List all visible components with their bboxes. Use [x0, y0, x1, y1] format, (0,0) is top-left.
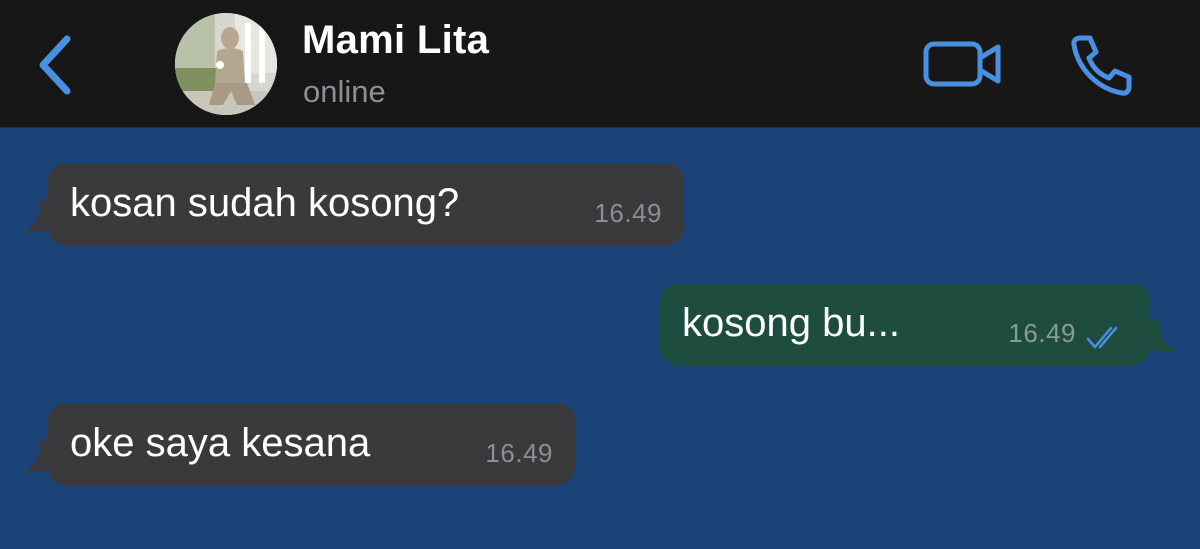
message-text: oke saya kesana	[70, 421, 371, 465]
message-time: 16.49	[594, 198, 662, 228]
message-bubble[interactable]: kosan sudah kosong? 16.49	[48, 163, 684, 245]
message-bubble[interactable]: kosong bu... 16.49	[660, 283, 1150, 365]
contact-name[interactable]: Mami Lita	[302, 18, 489, 63]
contact-status: online	[303, 74, 386, 109]
message-bubble[interactable]: oke saya kesana 16.49	[48, 403, 575, 485]
chat-header: Mami Lita online	[0, 0, 1200, 128]
message-text: kosong bu...	[682, 301, 900, 345]
video-camera-icon	[923, 41, 1001, 87]
message-time: 16.49	[1008, 318, 1076, 348]
video-call-button[interactable]	[920, 34, 1006, 94]
back-button[interactable]	[30, 30, 80, 100]
avatar-photo	[175, 13, 277, 115]
phone-icon	[1071, 35, 1132, 96]
read-receipt-icon	[1086, 326, 1118, 349]
chevron-left-icon	[39, 35, 71, 95]
contact-avatar[interactable]	[175, 13, 277, 115]
message-text: kosan sudah kosong?	[70, 181, 460, 225]
message-time: 16.49	[485, 438, 553, 468]
voice-call-button[interactable]	[1066, 30, 1136, 100]
